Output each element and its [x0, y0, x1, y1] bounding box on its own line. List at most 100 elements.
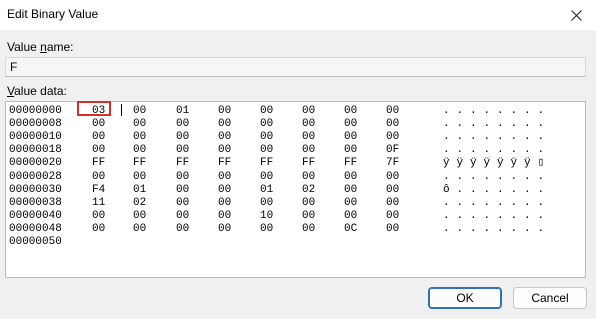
- close-button[interactable]: [556, 0, 596, 30]
- hex-byte[interactable]: 00: [344, 144, 357, 157]
- ascii-char[interactable]: .: [538, 197, 552, 210]
- ascii-char[interactable]: .: [470, 144, 484, 157]
- ascii-char[interactable]: .: [511, 144, 525, 157]
- hex-byte[interactable]: 00: [386, 223, 399, 236]
- hex-byte[interactable]: 00: [133, 171, 146, 184]
- ascii-char[interactable]: .: [538, 223, 552, 236]
- hex-byte[interactable]: 00: [260, 171, 273, 184]
- ascii-char[interactable]: .: [511, 223, 525, 236]
- ascii-char[interactable]: .: [470, 223, 484, 236]
- ascii-char[interactable]: .: [524, 171, 538, 184]
- ascii-char[interactable]: .: [497, 105, 511, 118]
- ascii-char[interactable]: .: [497, 144, 511, 157]
- ascii-char[interactable]: .: [484, 105, 498, 118]
- ascii-char[interactable]: ÿ: [497, 157, 511, 170]
- hex-byte[interactable]: 00: [344, 131, 357, 144]
- ascii-char[interactable]: .: [443, 171, 457, 184]
- ascii-char[interactable]: ÿ: [443, 157, 457, 170]
- hex-byte[interactable]: 00: [176, 210, 189, 223]
- hex-byte[interactable]: 00: [218, 197, 231, 210]
- ascii-char[interactable]: .: [497, 210, 511, 223]
- ascii-char[interactable]: .: [443, 223, 457, 236]
- ascii-char[interactable]: .: [538, 171, 552, 184]
- ascii-char[interactable]: .: [497, 197, 511, 210]
- hex-byte[interactable]: 00: [344, 118, 357, 131]
- ascii-char[interactable]: ÿ: [524, 157, 538, 170]
- hex-byte[interactable]: 00: [133, 144, 146, 157]
- ok-button[interactable]: OK: [428, 287, 502, 309]
- hex-byte[interactable]: 00: [218, 184, 231, 197]
- ascii-char[interactable]: .: [484, 131, 498, 144]
- ascii-char[interactable]: .: [497, 223, 511, 236]
- ascii-char[interactable]: ÿ: [470, 157, 484, 170]
- ascii-char[interactable]: .: [470, 131, 484, 144]
- ascii-char[interactable]: .: [511, 131, 525, 144]
- hex-byte[interactable]: 00: [302, 131, 315, 144]
- hex-byte[interactable]: 00: [218, 223, 231, 236]
- hex-byte[interactable]: 00: [92, 144, 105, 157]
- hex-byte[interactable]: 00: [218, 118, 231, 131]
- hex-byte[interactable]: 00: [386, 118, 399, 131]
- hex-byte[interactable]: 00: [386, 171, 399, 184]
- ascii-char[interactable]: .: [457, 171, 471, 184]
- hex-byte[interactable]: FF: [133, 157, 146, 170]
- ascii-char[interactable]: .: [484, 197, 498, 210]
- hex-byte[interactable]: 00: [386, 197, 399, 210]
- hex-byte[interactable]: 00: [302, 197, 315, 210]
- ascii-char[interactable]: .: [484, 171, 498, 184]
- hex-byte[interactable]: 00: [260, 223, 273, 236]
- hex-byte[interactable]: 00: [344, 105, 357, 118]
- hex-byte[interactable]: 01: [133, 184, 146, 197]
- hex-byte[interactable]: 0F: [386, 144, 399, 157]
- hex-byte[interactable]: 00: [260, 144, 273, 157]
- ascii-char[interactable]: .: [511, 184, 525, 197]
- hex-byte[interactable]: 00: [302, 105, 315, 118]
- ascii-char[interactable]: .: [538, 184, 552, 197]
- hex-byte[interactable]: 00: [92, 171, 105, 184]
- ascii-char[interactable]: .: [470, 105, 484, 118]
- hex-byte[interactable]: 00: [302, 118, 315, 131]
- ascii-char[interactable]: .: [511, 210, 525, 223]
- hex-byte[interactable]: 00: [386, 210, 399, 223]
- hex-byte[interactable]: 00: [218, 171, 231, 184]
- hex-byte[interactable]: F4: [92, 184, 105, 197]
- hex-byte[interactable]: 00: [218, 210, 231, 223]
- ascii-char[interactable]: .: [524, 118, 538, 131]
- ascii-char[interactable]: .: [524, 131, 538, 144]
- ascii-char[interactable]: .: [457, 105, 471, 118]
- ascii-char[interactable]: .: [511, 118, 525, 131]
- ascii-char[interactable]: .: [538, 131, 552, 144]
- ascii-char[interactable]: .: [524, 210, 538, 223]
- hex-byte[interactable]: 00: [344, 210, 357, 223]
- ascii-char[interactable]: .: [457, 210, 471, 223]
- value-data-hex-editor[interactable]: 00000000 03 00 01 00 00 00 00 00........ 00000008…: [5, 101, 586, 278]
- ascii-char[interactable]: .: [457, 184, 471, 197]
- hex-byte[interactable]: 00: [218, 144, 231, 157]
- hex-byte[interactable]: 00: [302, 144, 315, 157]
- ascii-char[interactable]: .: [443, 105, 457, 118]
- hex-byte[interactable]: 00: [176, 223, 189, 236]
- ascii-char[interactable]: .: [484, 210, 498, 223]
- hex-byte[interactable]: FF: [176, 157, 189, 170]
- hex-byte[interactable]: 00: [133, 118, 146, 131]
- value-name-field[interactable]: F: [5, 57, 586, 77]
- ascii-char[interactable]: .: [470, 210, 484, 223]
- cancel-button[interactable]: Cancel: [513, 287, 587, 309]
- hex-byte[interactable]: 00: [176, 131, 189, 144]
- ascii-char[interactable]: .: [484, 118, 498, 131]
- ascii-char[interactable]: .: [538, 210, 552, 223]
- hex-byte[interactable]: 00: [92, 210, 105, 223]
- hex-byte[interactable]: 00: [302, 171, 315, 184]
- ascii-char[interactable]: .: [443, 197, 457, 210]
- ascii-char[interactable]: .: [511, 171, 525, 184]
- ascii-char[interactable]: .: [457, 118, 471, 131]
- ascii-char[interactable]: .: [524, 223, 538, 236]
- ascii-char[interactable]: .: [511, 105, 525, 118]
- ascii-char[interactable]: .: [457, 197, 471, 210]
- ascii-char[interactable]: .: [443, 131, 457, 144]
- hex-byte[interactable]: 10: [260, 210, 273, 223]
- ascii-char[interactable]: .: [443, 144, 457, 157]
- hex-byte[interactable]: 00: [344, 184, 357, 197]
- ascii-char[interactable]: .: [443, 118, 457, 131]
- ascii-char[interactable]: .: [470, 197, 484, 210]
